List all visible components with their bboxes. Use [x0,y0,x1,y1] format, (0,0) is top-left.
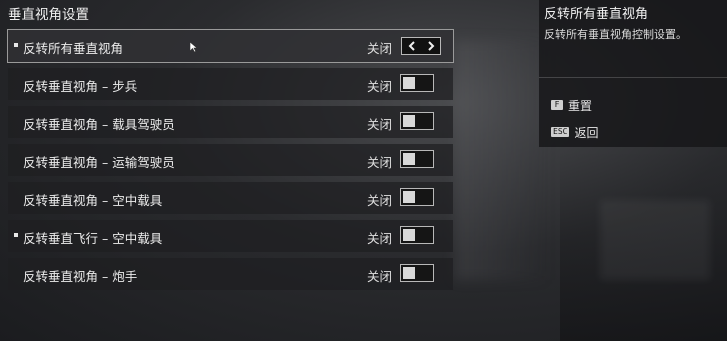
toggle-switch[interactable] [400,264,434,282]
background-scene-shadow [560,150,727,341]
chevron-left-icon[interactable] [405,39,419,53]
setting-value: 关闭 [367,231,393,246]
setting-row-invert-all[interactable]: 反转所有垂直视角 关闭 [7,29,454,63]
setting-value: 关闭 [367,79,393,94]
value-selector[interactable] [401,37,441,55]
modified-bullet-icon [14,233,18,237]
reset-label: 重置 [568,98,593,113]
reset-hint[interactable]: F 重置 [551,98,593,113]
background-scene-highlight [600,200,710,280]
toggle-knob [403,267,415,279]
toggle-knob [403,153,415,165]
toggle-switch[interactable] [400,226,434,244]
settings-list: 反转所有垂直视角 关闭 反转垂直视角 – 步兵 关闭 反转垂直视角 – 载具驾驶… [7,29,454,296]
setting-row-vehicle-driver[interactable]: 反转垂直视角 – 载具驾驶员 关闭 [8,106,453,138]
setting-row-infantry[interactable]: 反转垂直视角 – 步兵 关闭 [8,68,453,100]
setting-row-transport-driver[interactable]: 反转垂直视角 – 运输驾驶员 关闭 [8,144,453,176]
toggle-knob [403,191,415,203]
setting-label: 反转垂直视角 – 炮手 [23,269,138,284]
back-label: 返回 [574,125,599,140]
setting-row-gunner[interactable]: 反转垂直视角 – 炮手 关闭 [8,258,453,290]
setting-label: 反转垂直视角 – 空中载具 [23,193,163,208]
toggle-switch[interactable] [400,150,434,168]
info-description: 反转所有垂直视角控制设置。 [544,28,687,41]
mouse-cursor-icon [190,42,198,52]
toggle-knob [403,229,415,241]
toggle-switch[interactable] [400,112,434,130]
setting-row-air-flight[interactable]: 反转垂直飞行 – 空中载具 关闭 [8,220,453,252]
setting-label: 反转垂直视角 – 运输驾驶员 [23,155,175,170]
setting-value: 关闭 [367,155,393,170]
info-title: 反转所有垂直视角 [544,7,649,22]
setting-label: 反转垂直视角 – 载具驾驶员 [23,117,175,132]
setting-label: 反转垂直飞行 – 空中载具 [23,231,163,246]
key-f-icon: F [551,100,563,110]
toggle-switch[interactable] [400,74,434,92]
setting-value: 关闭 [367,269,393,284]
divider [539,77,727,78]
page-title: 垂直视角设置 [8,7,89,23]
setting-label: 反转所有垂直视角 [23,41,124,56]
toggle-switch[interactable] [400,188,434,206]
setting-label: 反转垂直视角 – 步兵 [23,79,138,94]
setting-value: 关闭 [367,117,393,132]
setting-value: 关闭 [367,41,393,56]
toggle-knob [403,77,415,89]
setting-value: 关闭 [367,193,393,208]
back-hint[interactable]: ESC 返回 [551,125,599,140]
selection-bullet-icon [14,43,18,47]
info-panel: 反转所有垂直视角 反转所有垂直视角控制设置。 F 重置 ESC 返回 [539,0,727,147]
background-scene [455,40,545,280]
chevron-right-icon[interactable] [424,39,438,53]
key-esc-icon: ESC [551,127,570,137]
toggle-knob [403,115,415,127]
setting-row-air-vehicle[interactable]: 反转垂直视角 – 空中载具 关闭 [8,182,453,214]
